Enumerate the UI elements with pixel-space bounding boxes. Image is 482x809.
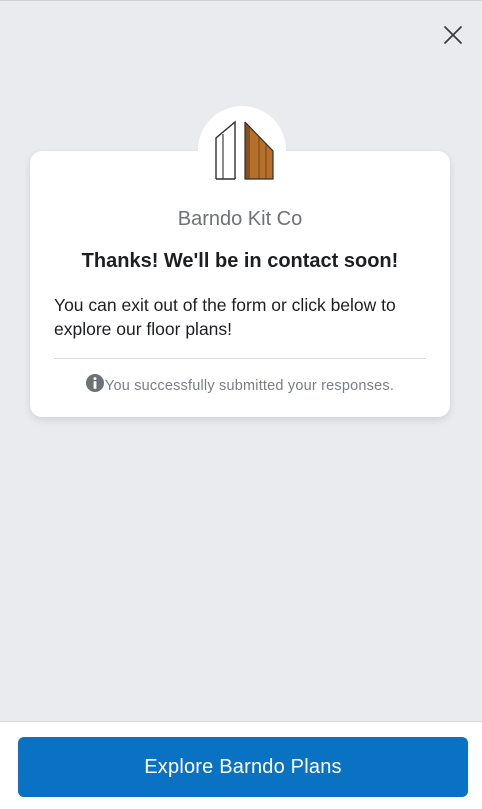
confirmation-message: You can exit out of the form or click be… [54, 295, 396, 339]
close-button[interactable] [438, 20, 468, 50]
top-divider [0, 0, 482, 1]
submission-note-text: You successfully submitted your response… [104, 378, 395, 394]
explore-plans-button[interactable]: Explore Barndo Plans [18, 737, 468, 797]
close-icon [444, 26, 462, 44]
company-logo [198, 106, 286, 194]
info-icon [85, 374, 104, 392]
confirmation-heading: Thanks! We'll be in contact soon! [81, 250, 399, 272]
submission-note: You successfully submitted your response… [30, 374, 450, 395]
card-divider [54, 358, 426, 359]
company-name: Barndo Kit Co [177, 208, 303, 230]
bottom-action-bar: Explore Barndo Plans [0, 721, 482, 809]
barn-logo-icon [215, 120, 274, 180]
